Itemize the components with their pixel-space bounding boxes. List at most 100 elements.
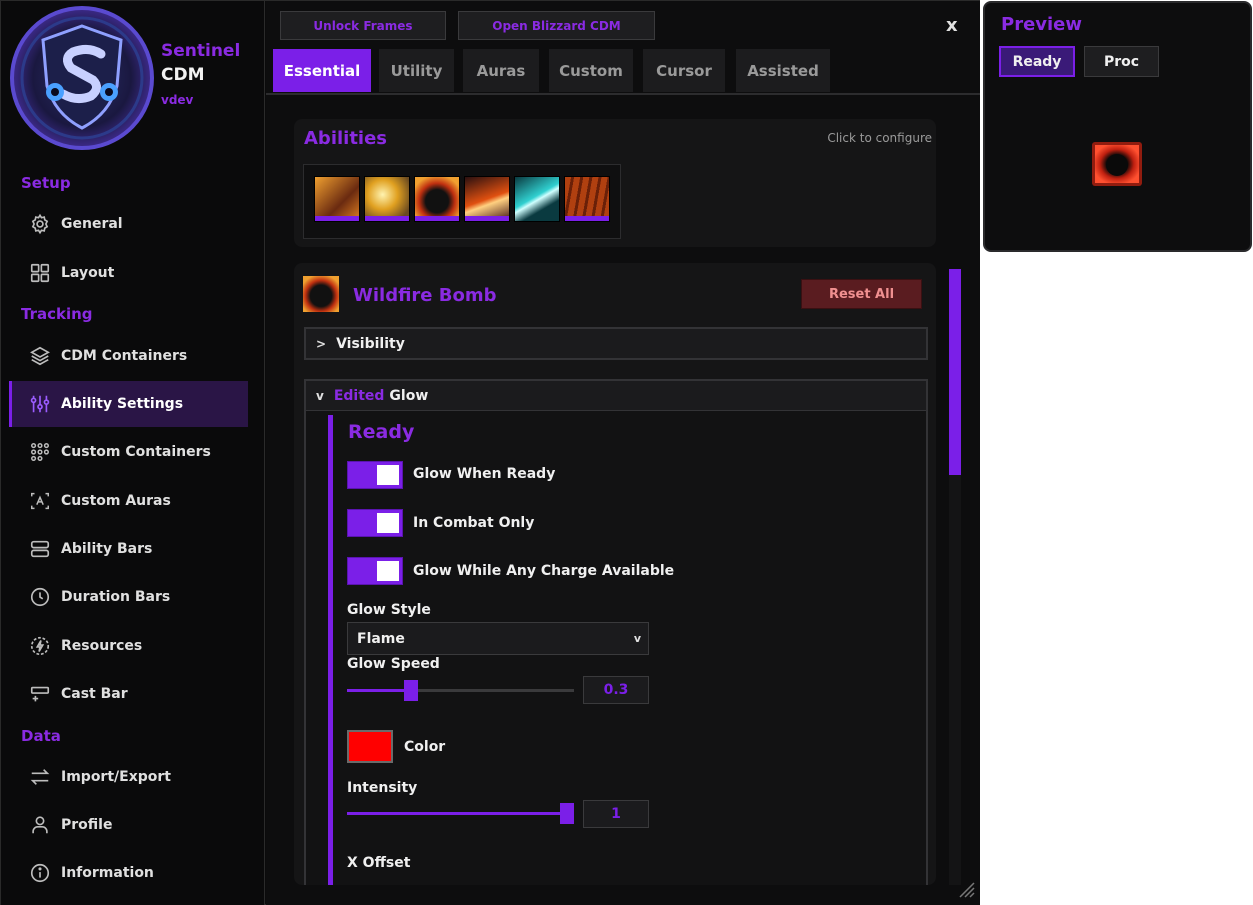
unlock-frames-button[interactable]: Unlock Frames <box>280 11 446 40</box>
glow-style-value: Flame <box>357 630 405 647</box>
sidebar-item-ability-settings[interactable]: Ability Settings <box>9 381 248 427</box>
glow-style-dropdown[interactable]: Flame v <box>347 622 649 655</box>
sidebar-item-import-export[interactable]: Import/Export <box>9 754 248 800</box>
glow-speed-input[interactable]: 0.3 <box>583 676 649 704</box>
ability-icon-3[interactable] <box>414 176 460 222</box>
slider-thumb[interactable] <box>403 680 418 701</box>
glow-any-charge-toggle[interactable] <box>347 557 403 585</box>
ability-icon-1[interactable] <box>314 176 360 222</box>
section-data: Data <box>21 727 61 745</box>
abilities-title: Abilities <box>304 128 388 149</box>
intensity-input[interactable]: 1 <box>583 800 649 828</box>
gear-icon <box>29 213 51 235</box>
glow-when-ready-toggle[interactable] <box>347 461 403 489</box>
aura-icon <box>29 490 51 512</box>
ability-icon-6[interactable] <box>564 176 610 222</box>
sidebar-item-resources[interactable]: Resources <box>9 623 248 669</box>
brand-name: Sentinel <box>161 41 241 61</box>
sidebar-item-information[interactable]: Information <box>9 850 248 896</box>
ability-indicator-bar <box>565 216 609 221</box>
sentinel-logo <box>9 6 155 150</box>
preview-ready-button[interactable]: Ready <box>999 46 1075 77</box>
sidebar-item-cdm-containers[interactable]: CDM Containers <box>9 333 248 379</box>
ability-icon-2[interactable] <box>364 176 410 222</box>
cast-bar-icon <box>29 683 51 705</box>
glow-color-swatch[interactable] <box>347 730 393 763</box>
sidebar-item-custom-containers[interactable]: Custom Containers <box>9 429 248 475</box>
grid-icon <box>29 262 51 284</box>
ability-icon-4[interactable] <box>464 176 510 222</box>
glow-section-body: Ready Glow When Ready In Combat Only Glo… <box>304 411 928 885</box>
sidebar-item-custom-auras[interactable]: Custom Auras <box>9 478 248 524</box>
tab-custom[interactable]: Custom <box>549 49 633 92</box>
ability-icon-5[interactable] <box>514 176 560 222</box>
scrollbar-thumb[interactable] <box>949 269 961 475</box>
slider-fill <box>347 689 411 692</box>
tabs-divider <box>266 93 980 95</box>
glow-speed-slider[interactable] <box>347 680 574 701</box>
ability-icon-strip <box>303 164 621 239</box>
tab-utility[interactable]: Utility <box>379 49 454 92</box>
ability-indicator-bar <box>465 216 509 221</box>
sidebar-item-label: Information <box>61 865 154 881</box>
sidebar-item-cast-bar[interactable]: Cast Bar <box>9 671 248 717</box>
close-button[interactable]: x <box>946 15 958 36</box>
in-combat-only-label: In Combat Only <box>413 515 535 531</box>
sidebar-item-ability-bars[interactable]: Ability Bars <box>9 526 248 572</box>
sidebar-item-label: Cast Bar <box>61 686 128 702</box>
info-icon <box>29 862 51 884</box>
tab-essential[interactable]: Essential <box>273 49 371 92</box>
slider-fill <box>347 812 574 815</box>
glow-when-ready-label: Glow When Ready <box>413 466 556 482</box>
main-panel: Unlock Frames Open Blizzard CDM x Essent… <box>266 1 980 905</box>
bolt-icon <box>29 635 51 657</box>
layers-icon <box>29 345 51 367</box>
sidebar-item-duration-bars[interactable]: Duration Bars <box>9 574 248 620</box>
ability-title: Wildfire Bomb <box>353 285 497 306</box>
open-blizzard-cdm-button[interactable]: Open Blizzard CDM <box>458 11 655 40</box>
sidebar-item-label: Import/Export <box>61 769 171 785</box>
ability-indicator-bar <box>365 216 409 221</box>
sidebar-item-label: Custom Containers <box>61 444 211 460</box>
intensity-label: Intensity <box>347 780 418 796</box>
section-tracking: Tracking <box>21 305 93 323</box>
sidebar-item-label: Ability Bars <box>61 541 153 557</box>
sidebar-item-general[interactable]: General <box>9 201 248 247</box>
ready-subsection-title: Ready <box>348 421 415 443</box>
user-icon <box>29 814 51 836</box>
sidebar-item-label: Profile <box>61 817 113 833</box>
reset-all-button[interactable]: Reset All <box>801 279 922 309</box>
chevron-down-icon: v <box>316 388 324 403</box>
abilities-hint: Click to configure <box>827 131 932 145</box>
toggle-knob <box>377 513 399 533</box>
color-label: Color <box>404 739 446 755</box>
section-setup: Setup <box>21 174 71 192</box>
toggle-knob <box>377 465 399 485</box>
tab-assisted[interactable]: Assisted <box>736 49 830 92</box>
sidebar-item-label: Layout <box>61 265 115 281</box>
sidebar-item-layout[interactable]: Layout <box>9 250 248 296</box>
app-window: Sentinel CDM vdev Setup General Layout T… <box>0 0 980 905</box>
clock-icon <box>29 586 51 608</box>
toggle-knob <box>377 561 399 581</box>
tab-cursor[interactable]: Cursor <box>643 49 725 92</box>
wildfire-bomb-icon <box>303 276 339 312</box>
glow-label: Glow <box>389 387 429 404</box>
preview-proc-button[interactable]: Proc <box>1084 46 1159 77</box>
intensity-slider[interactable] <box>347 803 574 824</box>
section-accent-bar <box>328 415 333 885</box>
swap-icon <box>29 766 51 788</box>
abilities-panel: Abilities Click to configure <box>294 119 936 247</box>
resize-grip-icon[interactable] <box>956 879 976 899</box>
sidebar-item-profile[interactable]: Profile <box>9 802 248 848</box>
glow-speed-label: Glow Speed <box>347 656 440 672</box>
chevron-right-icon: > <box>316 336 327 351</box>
visibility-section-header[interactable]: > Visibility <box>304 327 928 360</box>
slider-thumb[interactable] <box>560 803 574 824</box>
sidebar-item-label: Resources <box>61 638 143 654</box>
in-combat-only-toggle[interactable] <box>347 509 403 537</box>
sidebar-item-label: Duration Bars <box>61 589 171 605</box>
glow-section-header[interactable]: v Edited Glow <box>304 379 928 412</box>
edited-badge: Edited <box>333 387 385 404</box>
tab-auras[interactable]: Auras <box>463 49 539 92</box>
